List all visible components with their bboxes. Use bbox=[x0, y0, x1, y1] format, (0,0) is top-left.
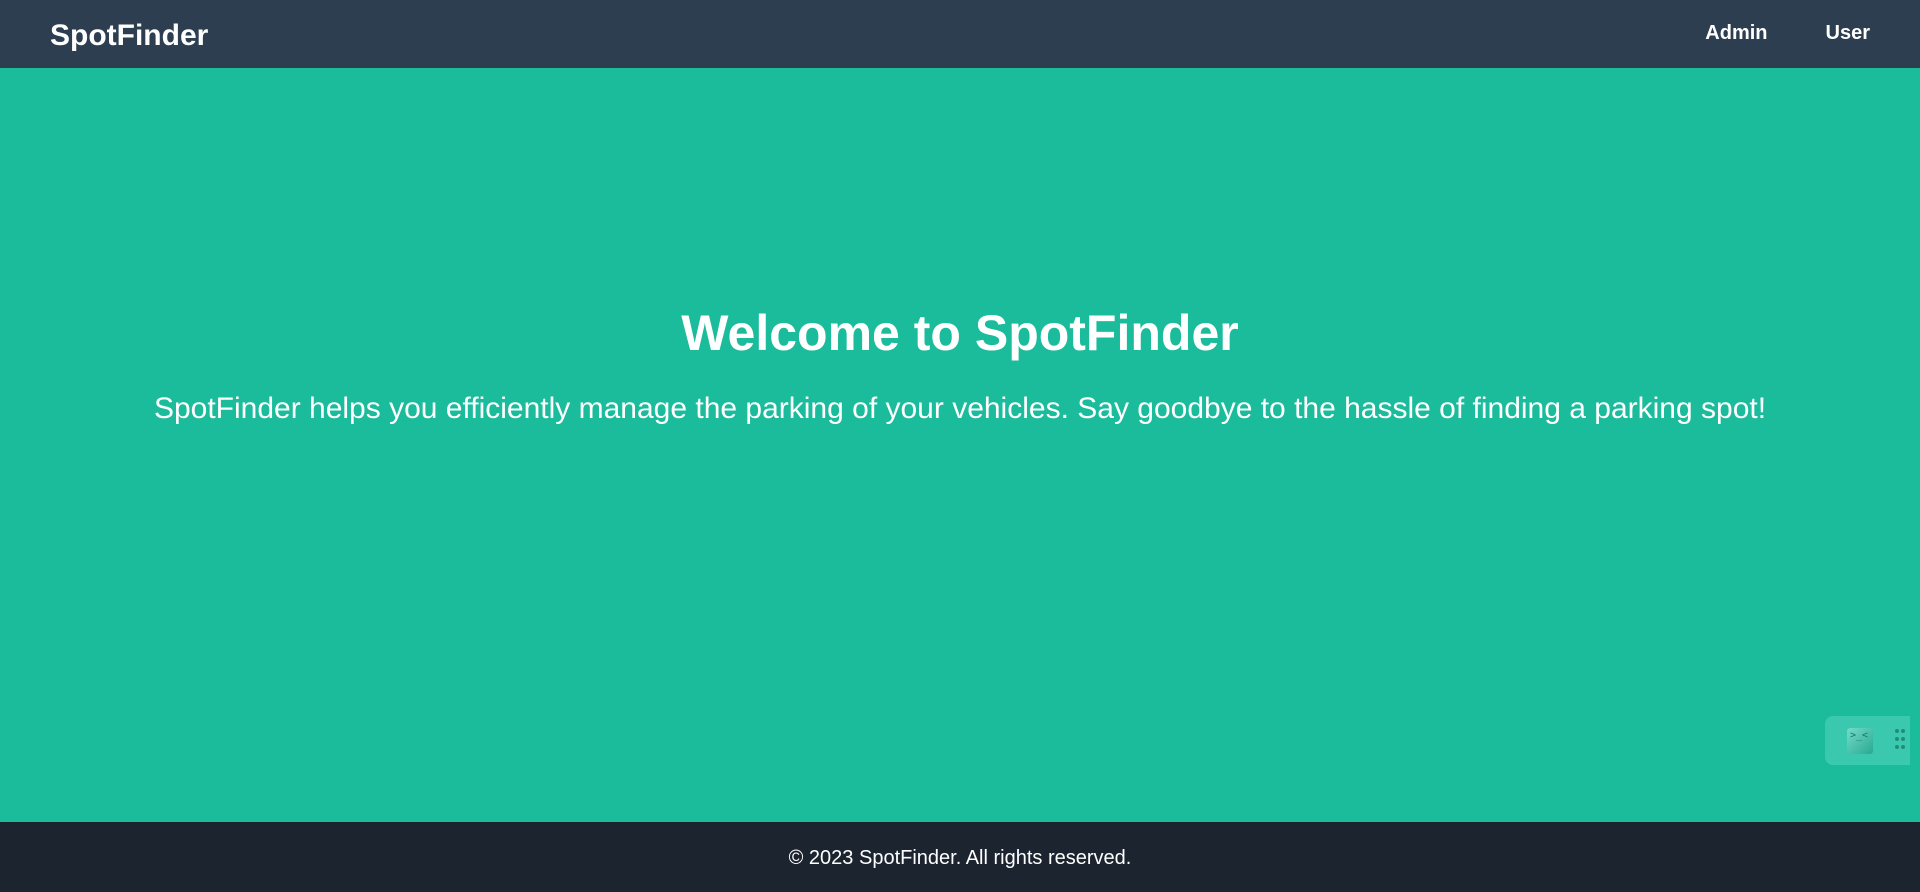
hero-description: SpotFinder helps you efficiently manage … bbox=[153, 392, 1767, 425]
footer-copyright: © 2023 SpotFinder. All rights reserved. bbox=[788, 847, 1132, 869]
nav-link-admin[interactable]: Admin bbox=[1705, 18, 1767, 48]
page-footer: © 2023 SpotFinder. All rights reserved. bbox=[0, 822, 1920, 892]
drag-handle-icon[interactable] bbox=[1895, 729, 1905, 751]
nav-link-user[interactable]: User bbox=[1826, 18, 1870, 48]
brand-logo-link[interactable]: SpotFinder bbox=[50, 18, 208, 54]
hero-title: Welcome to SpotFinder bbox=[681, 305, 1239, 361]
assistant-face-glyph: >_< bbox=[1850, 730, 1869, 741]
floating-assistant-icon[interactable]: >_< bbox=[1847, 728, 1873, 754]
floating-assistant-widget[interactable]: >_< bbox=[1825, 716, 1910, 765]
hero-section: Welcome to SpotFinder SpotFinder helps y… bbox=[0, 68, 1920, 822]
top-navbar: SpotFinder Admin User bbox=[0, 0, 1920, 68]
nav-links: Admin User bbox=[1647, 18, 1870, 48]
